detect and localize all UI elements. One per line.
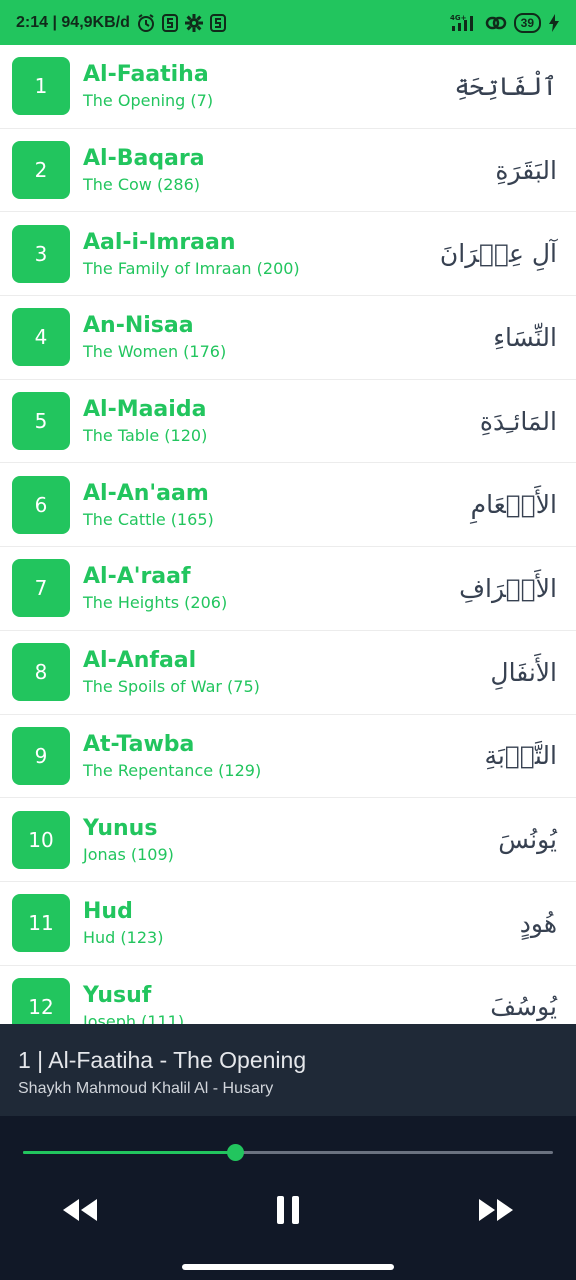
surah-name: Aal-i-Imraan xyxy=(83,229,236,255)
surah-number-badge: 10 xyxy=(12,810,70,869)
surah-row[interactable]: 2 Al-Baqara The Cow (286) البَقَرَةِ xyxy=(0,129,576,213)
surah-name-arabic: الأَعۡرَافِ xyxy=(459,573,557,603)
surah-translation-verses: The Cow (286) xyxy=(83,175,200,195)
fast-forward-icon xyxy=(476,1196,516,1228)
surah-row[interactable]: 7 Al-A'raaf The Heights (206) الأَعۡرَافِ xyxy=(0,547,576,631)
surah-list: 1 Al-Faatiha The Opening (7) ٱلْفَاتِحَةِ 2 A… xyxy=(0,45,576,1024)
surah-names: Al-Baqara The Cow (286) xyxy=(83,144,205,196)
surah-number-badge: 7 xyxy=(12,559,70,618)
surah-name: Al-Baqara xyxy=(83,146,205,172)
surah-name-arabic: النِّسَاءِ xyxy=(493,322,557,352)
surah-name: Hud xyxy=(83,899,133,925)
alarm-icon xyxy=(136,13,156,33)
surah-name: Yusuf xyxy=(83,982,152,1008)
surah-translation-verses: The Cattle (165) xyxy=(83,509,214,529)
surah-name-arabic: آلِ عِمۡرَانَ xyxy=(439,239,557,269)
surah-row[interactable]: 9 At-Tawba The Repentance (129) التَّوۡبَةِ xyxy=(0,715,576,799)
surah-translation-verses: The Family of Imraan (200) xyxy=(83,258,300,278)
surah-number-badge: 3 xyxy=(12,224,70,283)
surah-name: Yunus xyxy=(83,815,158,841)
surah-translation-verses: Jonas (109) xyxy=(83,844,174,864)
surah-name-arabic: يُونُسَ xyxy=(498,825,557,855)
surah-names: Hud Hud (123) xyxy=(83,897,163,949)
surah-names: Al-An'aam The Cattle (165) xyxy=(83,479,214,531)
surah-row[interactable]: 3 Aal-i-Imraan The Family of Imraan (200) آ… xyxy=(0,212,576,297)
surah-number-badge: 11 xyxy=(12,894,70,953)
surah-row[interactable]: 5 Al-Maaida The Table (120) المَائـِدَةِ xyxy=(0,380,576,464)
link-icon xyxy=(485,13,507,33)
reciter-name: Shaykh Mahmoud Khalil Al - Husary xyxy=(18,1080,274,1097)
battery-level: 39 xyxy=(513,12,541,33)
surah-translation-verses: The Table (120) xyxy=(83,426,208,446)
surah-translation-verses: The Repentance (129) xyxy=(83,760,262,780)
surah-name-arabic: التَّوۡبَةِ xyxy=(484,741,557,771)
surah-number-badge: 4 xyxy=(12,308,70,367)
surah-row[interactable]: 10 Yunus Jonas (109) يُونُسَ xyxy=(0,798,576,882)
surah-names: Yusuf Joseph (111) xyxy=(83,981,184,1024)
surah-name: An-Nisaa xyxy=(83,313,194,339)
surah-translation-verses: The Heights (206) xyxy=(83,593,228,613)
status-time: 2:14 | 94,9KB/d xyxy=(16,13,130,31)
surah-number-badge: 6 xyxy=(12,475,70,534)
surah-translation-verses: The Opening (7) xyxy=(83,91,214,111)
surah-names: Al-Anfaal The Spoils of War (75) xyxy=(83,646,260,698)
pause-icon xyxy=(275,1194,301,1230)
surah-translation-verses: The Spoils of War (75) xyxy=(83,677,260,697)
surah-names: Al-Faatiha The Opening (7) xyxy=(83,60,213,112)
surah-name: Al-Anfaal xyxy=(83,648,197,674)
surah-name-arabic: هُودٍ xyxy=(519,908,557,938)
surah-row[interactable]: 1 Al-Faatiha The Opening (7) ٱلْفَاتِحَةِ xyxy=(0,45,576,129)
surah-row[interactable]: 12 Yusuf Joseph (111) يُوسُفَ xyxy=(0,966,576,1024)
seek-bar[interactable] xyxy=(23,1144,553,1161)
surah-name-arabic: الأَنفَالِ xyxy=(490,657,557,687)
surah-number-badge: 1 xyxy=(12,57,70,116)
status-bar: 2:14 | 94,9KB/d 4G+ 39 xyxy=(0,0,576,45)
signal-icon: 4G+ xyxy=(450,13,478,33)
rewind-icon xyxy=(60,1196,100,1228)
surah-name-arabic: البَقَرَةِ xyxy=(495,155,557,185)
fast-forward-button[interactable] xyxy=(471,1192,521,1232)
now-playing-title: 1 | Al-Faatiha - The Opening xyxy=(18,1047,307,1073)
surah-number-badge: 2 xyxy=(12,141,70,200)
surah-names: Al-A'raaf The Heights (206) xyxy=(83,562,227,614)
surah-row[interactable]: 6 Al-An'aam The Cattle (165) الأَنۡعَامِ xyxy=(0,463,576,548)
surah-name-arabic: يُوسُفَ xyxy=(490,992,557,1022)
notification-s-icon xyxy=(161,13,178,33)
surah-row[interactable]: 11 Hud Hud (123) هُودٍ xyxy=(0,882,576,966)
surah-names: At-Tawba The Repentance (129) xyxy=(83,730,261,782)
surah-names: Yunus Jonas (109) xyxy=(83,814,174,866)
surah-name-arabic: الأَنۡعَامِ xyxy=(470,490,557,520)
pause-button[interactable] xyxy=(263,1192,313,1232)
surah-translation-verses: The Women (176) xyxy=(83,342,227,362)
surah-name: At-Tawba xyxy=(83,731,195,757)
surah-number-badge: 9 xyxy=(12,726,70,785)
surah-names: Aal-i-Imraan The Family of Imraan (200) xyxy=(83,228,300,280)
surah-number-badge: 8 xyxy=(12,643,70,702)
seek-progress xyxy=(23,1151,235,1154)
surah-name-arabic: المَائـِدَةِ xyxy=(479,406,557,436)
surah-names: Al-Maaida The Table (120) xyxy=(83,395,207,447)
surah-name: Al-Faatiha xyxy=(83,62,209,88)
charging-bolt-icon xyxy=(548,13,560,32)
notification-s-icon-2 xyxy=(209,13,226,33)
surah-translation-verses: Hud (123) xyxy=(83,928,164,948)
rewind-button[interactable] xyxy=(55,1192,105,1232)
surah-name-arabic: ٱلْفَاتِحَةِ xyxy=(454,71,557,101)
surah-translation-verses: Joseph (111) xyxy=(83,1011,185,1024)
surah-names: An-Nisaa The Women (176) xyxy=(83,311,226,363)
audio-player: 1 | Al-Faatiha - The Opening Shaykh Mahm… xyxy=(0,1024,576,1280)
playback-controls xyxy=(0,1192,576,1232)
surah-name: Al-Maaida xyxy=(83,397,207,423)
surah-name: Al-An'aam xyxy=(83,480,209,506)
surah-row[interactable]: 4 An-Nisaa The Women (176) النِّسَاءِ xyxy=(0,296,576,380)
now-playing-bar[interactable]: 1 | Al-Faatiha - The Opening Shaykh Mahm… xyxy=(0,1024,576,1116)
surah-number-badge: 5 xyxy=(12,392,70,451)
settings-gear-icon xyxy=(184,13,204,33)
surah-name: Al-A'raaf xyxy=(83,564,191,590)
seek-thumb[interactable] xyxy=(227,1144,244,1161)
surah-row[interactable]: 8 Al-Anfaal The Spoils of War (75) الأَنفَا… xyxy=(0,631,576,715)
home-indicator[interactable] xyxy=(182,1264,394,1270)
surah-number-badge: 12 xyxy=(12,977,70,1024)
